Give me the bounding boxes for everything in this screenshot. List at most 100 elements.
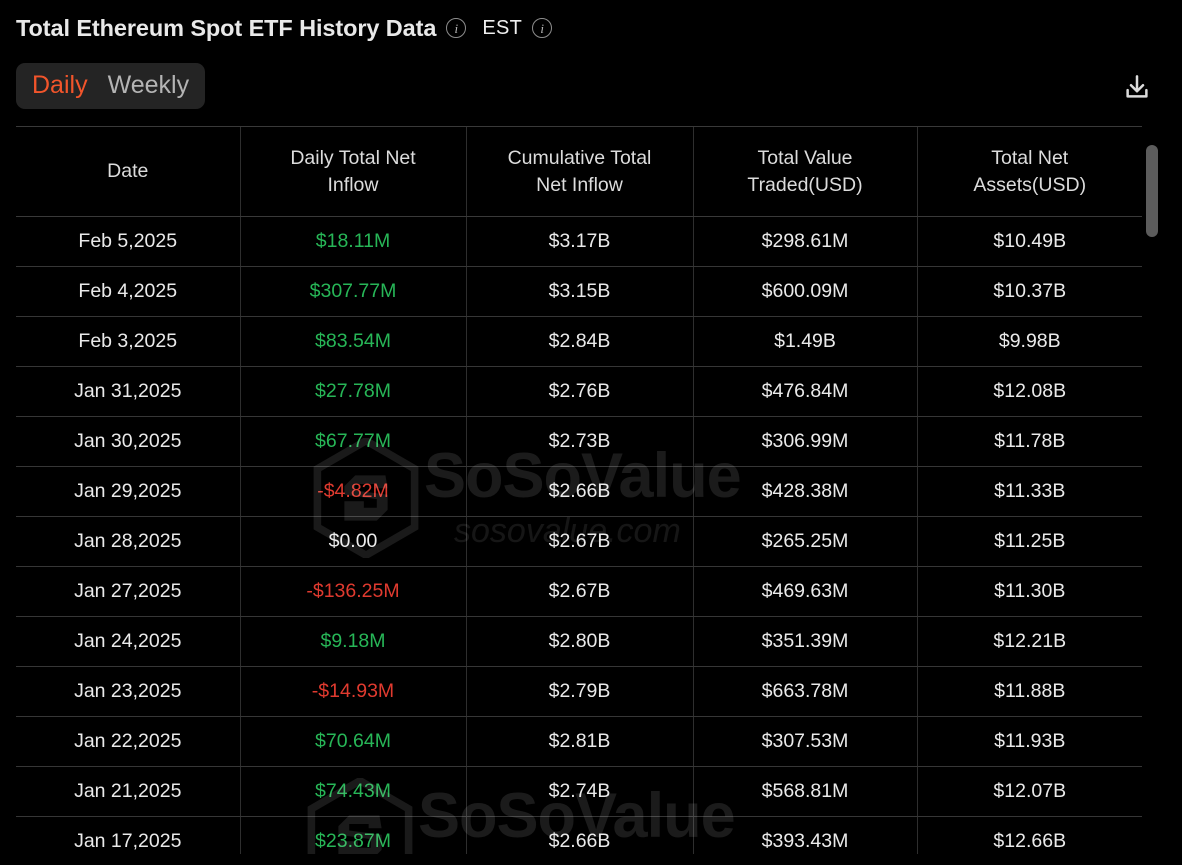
table-cell-date: Jan 21,2025: [16, 766, 240, 817]
table-cell-total-value-traded: $393.43M: [692, 816, 917, 854]
table-cell-total-net-assets: $11.93B: [916, 716, 1142, 767]
table-row[interactable]: Jan 21,2025 $74.43M $2.74B $568.81M $12.07B: [16, 766, 1142, 817]
timezone-info-icon[interactable]: i: [532, 18, 553, 38]
period-tab-weekly[interactable]: Weekly: [108, 72, 190, 100]
table-cell-total-value-traded: $351.39M: [692, 616, 917, 667]
history-table-container: Date Daily Total Net Inflow Cumulative T…: [16, 126, 1142, 854]
column-header-cumulative-line1: Cumulative Total: [507, 147, 652, 170]
table-cell-total-value-traded: $265.25M: [692, 516, 917, 567]
column-header-daily-line1: Daily Total Net: [290, 147, 416, 170]
table-cell-total-net-assets: $11.88B: [916, 666, 1142, 717]
timezone-label: EST: [482, 16, 523, 39]
table-cell-date: Feb 5,2025: [16, 216, 240, 267]
table-cell-cumulative-net-inflow: $2.80B: [465, 616, 693, 667]
table-cell-date: Jan 27,2025: [16, 566, 240, 617]
period-tab-daily[interactable]: Daily: [32, 72, 88, 100]
table-cell-total-value-traded: $1.49B: [692, 316, 917, 367]
table-cell-total-net-assets: $12.21B: [916, 616, 1142, 667]
table-row[interactable]: Jan 23,2025 -$14.93M $2.79B $663.78M $11.88B: [16, 666, 1142, 717]
table-scrollbar-track[interactable]: [1146, 140, 1158, 865]
table-row[interactable]: Feb 5,2025 $18.11M $3.17B $298.61M $10.49B: [16, 216, 1142, 267]
table-row[interactable]: Feb 4,2025 $307.77M $3.15B $600.09M $10.37B: [16, 266, 1142, 317]
column-header-cumulative-line2: Net Inflow: [536, 173, 623, 196]
table-cell-cumulative-net-inflow: $2.79B: [465, 666, 693, 717]
table-cell-daily-net-inflow: $70.64M: [239, 716, 466, 767]
table-cell-date: Jan 31,2025: [16, 366, 240, 417]
table-cell-daily-net-inflow: $0.00: [239, 516, 466, 567]
table-cell-date: Jan 22,2025: [16, 716, 240, 767]
table-cell-total-value-traded: $600.09M: [692, 266, 917, 317]
table-cell-total-value-traded: $469.63M: [692, 566, 917, 617]
table-cell-daily-net-inflow: $67.77M: [239, 416, 466, 467]
table-cell-total-net-assets: $11.30B: [916, 566, 1142, 617]
table-cell-cumulative-net-inflow: $2.74B: [465, 766, 693, 817]
table-cell-total-value-traded: $428.38M: [692, 466, 917, 517]
table-cell-cumulative-net-inflow: $2.66B: [465, 816, 693, 854]
table-cell-daily-net-inflow: -$14.93M: [239, 666, 466, 717]
table-row[interactable]: Jan 28,2025 $0.00 $2.67B $265.25M $11.25B: [16, 516, 1142, 567]
page-header: Total Ethereum Spot ETF History Data i E…: [0, 0, 1182, 46]
table-cell-daily-net-inflow: $74.43M: [239, 766, 466, 817]
table-row[interactable]: Jan 29,2025 -$4.82M $2.66B $428.38M $11.33B: [16, 466, 1142, 517]
table-cell-date: Jan 24,2025: [16, 616, 240, 667]
download-button[interactable]: [1118, 68, 1156, 106]
table-scrollbar-thumb[interactable]: [1146, 145, 1158, 237]
table-row[interactable]: Jan 31,2025 $27.78M $2.76B $476.84M $12.08B: [16, 366, 1142, 417]
table-cell-cumulative-net-inflow: $2.84B: [465, 316, 693, 367]
table-cell-total-net-assets: $12.66B: [916, 816, 1142, 854]
table-cell-total-value-traded: $298.61M: [692, 216, 917, 267]
column-header-daily-line2: Inflow: [327, 173, 379, 196]
table-cell-total-value-traded: $307.53M: [692, 716, 917, 767]
page-title: Total Ethereum Spot ETF History Data: [16, 14, 437, 41]
column-header-total-value-traded[interactable]: Total Value Traded(USD): [692, 126, 917, 217]
table-cell-daily-net-inflow: -$4.82M: [239, 466, 466, 517]
title-info-icon[interactable]: i: [446, 18, 467, 38]
column-header-daily-net-inflow[interactable]: Daily Total Net Inflow: [239, 126, 466, 217]
table-cell-total-net-assets: $12.07B: [916, 766, 1142, 817]
column-header-traded-line2: Traded(USD): [747, 173, 863, 196]
period-toggle-group[interactable]: Daily Weekly: [16, 63, 206, 109]
table-cell-daily-net-inflow: -$136.25M: [239, 566, 466, 617]
table-cell-daily-net-inflow: $23.87M: [239, 816, 466, 854]
table-body: Feb 5,2025 $18.11M $3.17B $298.61M $10.49B Fe…: [16, 216, 1142, 854]
table-cell-total-net-assets: $12.08B: [916, 366, 1142, 417]
table-cell-date: Jan 28,2025: [16, 516, 240, 567]
table-cell-total-value-traded: $306.99M: [692, 416, 917, 467]
table-cell-total-net-assets: $10.37B: [916, 266, 1142, 317]
table-cell-date: Feb 3,2025: [16, 316, 240, 367]
table-cell-total-net-assets: $10.49B: [916, 216, 1142, 267]
toolbar: Daily Weekly: [0, 46, 1182, 126]
table-cell-date: Jan 17,2025: [16, 816, 240, 854]
column-header-assets-line1: Total Net: [991, 147, 1069, 170]
table-cell-total-value-traded: $663.78M: [692, 666, 917, 717]
table-header-row: Date Daily Total Net Inflow Cumulative T…: [16, 126, 1142, 217]
table-cell-total-value-traded: $568.81M: [692, 766, 917, 817]
table-row[interactable]: Jan 24,2025 $9.18M $2.80B $351.39M $12.21B: [16, 616, 1142, 667]
table-cell-cumulative-net-inflow: $2.67B: [465, 566, 693, 617]
table-cell-daily-net-inflow: $307.77M: [239, 266, 466, 317]
table-cell-total-net-assets: $11.25B: [916, 516, 1142, 567]
table-row[interactable]: Feb 3,2025 $83.54M $2.84B $1.49B $9.98B: [16, 316, 1142, 367]
column-header-assets-line2: Assets(USD): [973, 173, 1087, 196]
etf-history-table: Date Daily Total Net Inflow Cumulative T…: [16, 126, 1142, 854]
table-cell-total-value-traded: $476.84M: [692, 366, 917, 417]
table-cell-cumulative-net-inflow: $3.17B: [465, 216, 693, 267]
table-cell-total-net-assets: $9.98B: [916, 316, 1142, 367]
table-row[interactable]: Jan 22,2025 $70.64M $2.81B $307.53M $11.93B: [16, 716, 1142, 767]
table-cell-cumulative-net-inflow: $2.73B: [465, 416, 693, 467]
table-cell-cumulative-net-inflow: $2.67B: [465, 516, 693, 567]
table-cell-date: Feb 4,2025: [16, 266, 240, 317]
table-cell-daily-net-inflow: $18.11M: [239, 216, 466, 267]
table-row[interactable]: Jan 30,2025 $67.77M $2.73B $306.99M $11.78B: [16, 416, 1142, 467]
table-cell-daily-net-inflow: $9.18M: [239, 616, 466, 667]
column-header-cumulative-net-inflow[interactable]: Cumulative Total Net Inflow: [465, 126, 693, 217]
download-icon: [1126, 75, 1148, 98]
table-cell-daily-net-inflow: $27.78M: [239, 366, 466, 417]
table-cell-cumulative-net-inflow: $3.15B: [465, 266, 693, 317]
table-row[interactable]: Jan 27,2025 -$136.25M $2.67B $469.63M $11.30…: [16, 566, 1142, 617]
column-header-date[interactable]: Date: [16, 126, 240, 217]
column-header-total-net-assets[interactable]: Total Net Assets(USD): [916, 126, 1142, 217]
table-cell-cumulative-net-inflow: $2.66B: [465, 466, 693, 517]
table-cell-date: Jan 29,2025: [16, 466, 240, 517]
table-row[interactable]: Jan 17,2025 $23.87M $2.66B $393.43M $12.66B: [16, 816, 1142, 854]
